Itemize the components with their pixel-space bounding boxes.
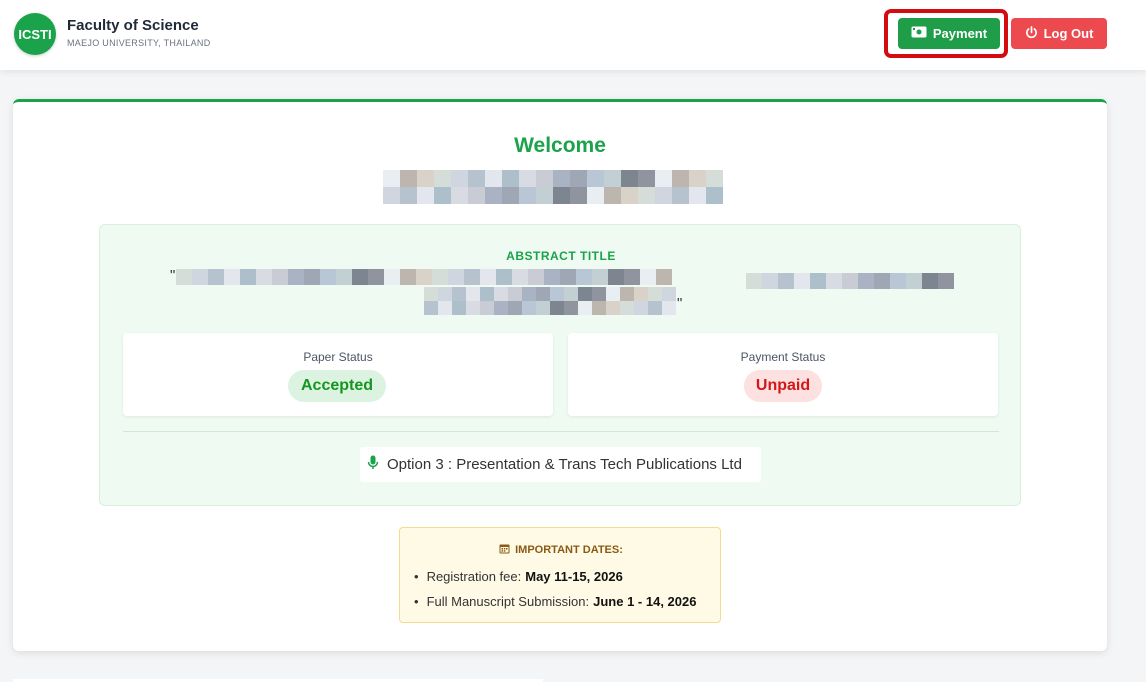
abstract-title-label: ABSTRACT TITLE: [506, 249, 616, 263]
logout-button[interactable]: Log Out: [1011, 18, 1107, 49]
important-dates-box: IMPORTANT DATES: Registration fee: May 1…: [399, 527, 721, 623]
date-item: Full Manuscript Submission: June 1 - 14,…: [414, 589, 697, 614]
date-item: Registration fee: May 11-15, 2026: [414, 564, 696, 589]
logo: ICSTI: [14, 13, 56, 55]
important-dates-title-text: IMPORTANT DATES:: [515, 544, 623, 556]
date-item-label: Full Manuscript Submission:: [426, 594, 590, 609]
abstract-panel: ABSTRACT TITLE " " Paper Status Accepted…: [99, 224, 1021, 506]
redacted-user-name: [383, 170, 737, 204]
microphone-icon: [367, 455, 379, 474]
payment-button-label: Payment: [932, 26, 988, 41]
payment-status-badge: Unpaid: [744, 370, 822, 402]
calendar-icon: [499, 543, 510, 557]
redacted-abstract-title-line-1b: [746, 273, 958, 291]
redacted-abstract-title-line-2: [424, 287, 676, 315]
dashboard-card: Welcome ABSTRACT TITLE " " Paper Status …: [13, 99, 1107, 651]
presentation-option: Option 3 : Presentation & Trans Tech Pub…: [360, 447, 761, 482]
welcome-heading: Welcome: [514, 134, 606, 157]
payment-status-label: Payment Status: [740, 350, 826, 364]
quote-open: ": [170, 267, 176, 284]
payment-button[interactable]: Payment: [898, 18, 1000, 49]
paper-status-label: Paper Status: [303, 350, 373, 364]
divider: [123, 431, 999, 432]
quote-close: ": [677, 295, 683, 312]
logout-button-label: Log Out: [1043, 26, 1094, 41]
top-navbar: ICSTI Faculty of Science MAEJO UNIVERSIT…: [0, 0, 1146, 70]
important-dates-title: IMPORTANT DATES:: [400, 543, 722, 557]
brand-title: Faculty of Science: [67, 17, 199, 34]
presentation-option-text: Option 3 : Presentation & Trans Tech Pub…: [387, 456, 742, 473]
paper-status-badge: Accepted: [288, 370, 386, 402]
money-icon: [911, 26, 927, 41]
power-icon: [1025, 25, 1038, 42]
important-dates-list: Registration fee: May 11-15, 2026 Full M…: [414, 564, 697, 614]
date-item-value: June 1 - 14, 2026: [593, 594, 697, 609]
date-item-label: Registration fee:: [426, 569, 522, 584]
payment-status-card: Payment Status Unpaid: [568, 333, 998, 416]
paper-status-card: Paper Status Accepted: [123, 333, 553, 416]
date-item-value: May 11-15, 2026: [525, 569, 623, 584]
brand-subtitle: MAEJO UNIVERSITY, THAILAND: [67, 38, 211, 48]
redacted-abstract-title-line-1: [176, 269, 672, 287]
